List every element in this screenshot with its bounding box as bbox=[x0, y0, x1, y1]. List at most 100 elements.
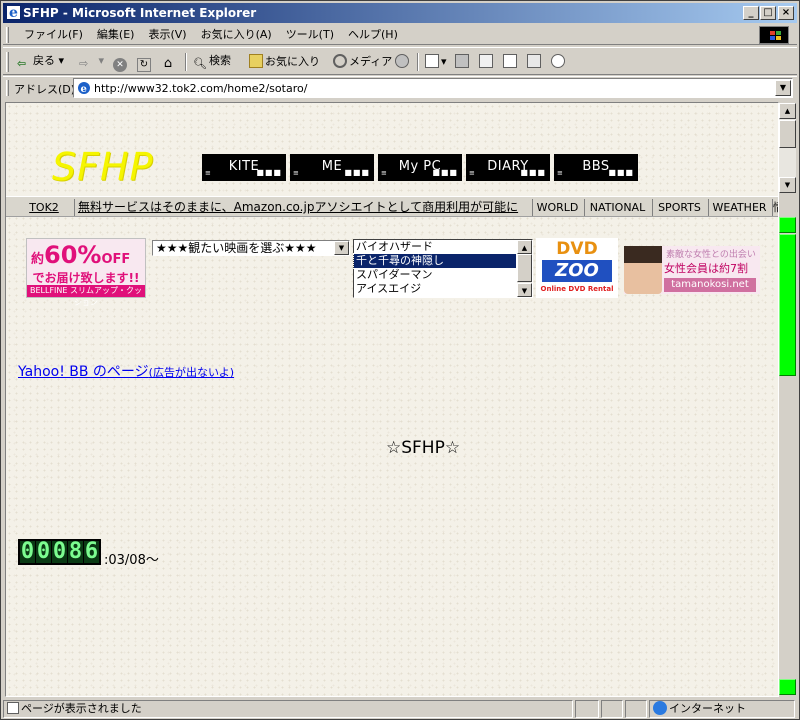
scroll-up-icon[interactable]: ▲ bbox=[779, 103, 796, 119]
back-button[interactable]: ⇦ 戻る ▾ bbox=[17, 54, 64, 71]
site-logo: SFHP bbox=[52, 145, 154, 189]
address-grip[interactable] bbox=[6, 80, 9, 96]
zone-pane: インターネット bbox=[649, 700, 795, 718]
bellfine-banner[interactable]: 約60%OFF でお届け致します!! BELLFINE スリムアップ・クッション bbox=[26, 238, 146, 307]
dvd-label: DVD bbox=[556, 239, 598, 259]
refresh-icon: ↻ bbox=[137, 58, 151, 72]
yahoo-link-text: Yahoo! BB のページ bbox=[18, 364, 149, 380]
favorites-icon bbox=[249, 54, 263, 68]
scroll-down-icon[interactable]: ▼ bbox=[779, 177, 796, 193]
globe-icon bbox=[653, 701, 667, 715]
nav-bbs[interactable]: BBS ≡ ■■■ bbox=[554, 154, 638, 181]
discuss-button[interactable] bbox=[503, 54, 519, 69]
search-button[interactable]: 🔍︎ 検索 bbox=[193, 54, 231, 71]
zone-text: インターネット bbox=[669, 702, 746, 715]
stop-button[interactable]: ✕ bbox=[113, 54, 129, 72]
media-button[interactable]: メディア bbox=[333, 54, 392, 69]
top-frame-scrollbar[interactable]: ▲ ▼ bbox=[779, 103, 796, 193]
favorites-button[interactable]: お気に入り bbox=[249, 54, 320, 69]
menu-edit[interactable]: 編集(E) bbox=[90, 28, 142, 42]
refresh-button[interactable]: ↻ bbox=[137, 54, 153, 72]
banner-tagline: でお届け致します!! bbox=[32, 271, 140, 285]
status-pane bbox=[601, 700, 623, 718]
movie-dropdown[interactable]: ★★★観たい映画を選ぶ★★★ ▼ bbox=[152, 240, 350, 256]
minimize-button[interactable]: _ bbox=[743, 6, 759, 20]
menu-tools[interactable]: ツール(T) bbox=[279, 28, 341, 42]
news-link-world[interactable]: WORLD bbox=[532, 199, 582, 216]
main-frame-scrollbar[interactable] bbox=[779, 217, 796, 697]
chevron-down-icon[interactable]: ▼ bbox=[775, 80, 791, 96]
banner-suffix: OFF bbox=[101, 252, 131, 267]
messenger-button[interactable] bbox=[527, 54, 543, 69]
banner-headline: 女性会員は約7割 bbox=[664, 262, 748, 275]
ad-message-link[interactable]: 無料サービスはそのままに、Amazon.co.jpアソシエイトとして商用利用が可… bbox=[78, 199, 518, 216]
rental-label: Online DVD Rental bbox=[540, 285, 614, 293]
address-input[interactable]: e http://www32.tok2.com/home2/sotaro/ ▼ bbox=[73, 78, 793, 98]
title-bar[interactable]: SFHP - Microsoft Internet Explorer _ □ × bbox=[3, 3, 797, 23]
search-icon: 🔍︎ bbox=[193, 57, 207, 70]
dots-icon: ■■■ bbox=[520, 168, 546, 177]
history-button[interactable] bbox=[395, 54, 411, 69]
nav-diary[interactable]: DIARY ≡ ■■■ bbox=[466, 154, 550, 181]
close-button[interactable]: × bbox=[778, 6, 794, 20]
speech-bubble-icon bbox=[551, 54, 565, 68]
menu-view[interactable]: 表示(V) bbox=[141, 28, 193, 42]
movie-option[interactable]: アイスエイジ bbox=[354, 282, 516, 296]
news-link-info[interactable]: 情 bbox=[772, 199, 778, 216]
news-link-sports[interactable]: SPORTS bbox=[652, 199, 706, 216]
ie-icon bbox=[6, 3, 21, 23]
toolbar-grip[interactable] bbox=[6, 52, 9, 72]
menu-help[interactable]: ヘルプ(H) bbox=[341, 28, 405, 42]
maximize-button[interactable]: □ bbox=[760, 6, 776, 20]
home-icon: ⌂ bbox=[163, 56, 173, 71]
scroll-thumb[interactable] bbox=[517, 254, 532, 282]
home-button[interactable]: ⌂ bbox=[161, 54, 177, 71]
scroll-up-icon[interactable] bbox=[779, 217, 796, 233]
scroll-down-icon[interactable] bbox=[779, 679, 796, 695]
address-bar: アドレス(D) e http://www32.tok2.com/home2/so… bbox=[3, 76, 797, 99]
print-button[interactable] bbox=[455, 54, 471, 69]
mail-button[interactable]: ▾ bbox=[425, 54, 447, 69]
back-arrow-icon: ⇦ bbox=[17, 57, 27, 70]
scroll-down-icon[interactable]: ▼ bbox=[517, 283, 532, 297]
dots-icon: ■■■ bbox=[256, 168, 282, 177]
movie-listbox[interactable]: バイオハザード 千と千尋の神隠し スパイダーマン アイスエイジ ▲ ▼ bbox=[353, 239, 533, 298]
news-link-weather[interactable]: WEATHER bbox=[708, 199, 770, 216]
nav-me[interactable]: ME ≡ ■■■ bbox=[290, 154, 374, 181]
counter-digit: 8 bbox=[68, 539, 83, 564]
menu-grip[interactable] bbox=[6, 27, 9, 43]
news-link-national[interactable]: NATIONAL bbox=[584, 199, 650, 216]
menu-favorites[interactable]: お気に入り(A) bbox=[194, 28, 279, 42]
nav-kite[interactable]: KITE ≡ ■■■ bbox=[202, 154, 286, 181]
dvdzoo-banner[interactable]: DVD ZOO Online DVD Rental bbox=[536, 238, 618, 298]
access-counter: 0 0 0 8 6 bbox=[18, 539, 101, 565]
tamanokosi-banner[interactable]: 素敵な女性との出会い 女性会員は約7割 tamanokosi.net bbox=[624, 246, 760, 294]
scroll-thumb[interactable] bbox=[779, 120, 796, 148]
menu-bar: ファイル(F) 編集(E) 表示(V) お気に入り(A) ツール(T) ヘルプ(… bbox=[3, 25, 797, 45]
listbox-scrollbar[interactable]: ▲ ▼ bbox=[517, 240, 532, 297]
toolbar-separator bbox=[185, 53, 187, 71]
movie-option[interactable]: バイオハザード bbox=[354, 240, 516, 254]
status-pane bbox=[625, 700, 647, 718]
scroll-up-icon[interactable]: ▲ bbox=[517, 240, 532, 254]
research-button[interactable] bbox=[551, 54, 567, 69]
banner-discount: 約60%OFF bbox=[31, 241, 130, 269]
movie-option-selected[interactable]: 千と千尋の神隠し bbox=[353, 253, 517, 269]
nav-mypc[interactable]: My PC ≡ ■■■ bbox=[378, 154, 462, 181]
dots-icon: ■■■ bbox=[432, 168, 458, 177]
counter-since-date: :03/08〜 bbox=[104, 553, 159, 568]
menu-file[interactable]: ファイル(F) bbox=[17, 28, 90, 42]
tok2-link[interactable]: TOK2 bbox=[14, 199, 74, 216]
status-pane bbox=[575, 700, 599, 718]
chevron-down-icon[interactable]: ▼ bbox=[334, 241, 349, 255]
counter-digit: 0 bbox=[20, 539, 35, 564]
yahoo-bb-link[interactable]: Yahoo! BB のページ(広告が出ないよ) bbox=[18, 361, 234, 381]
movie-option[interactable]: スパイダーマン bbox=[354, 268, 516, 282]
edit-button[interactable] bbox=[479, 54, 495, 69]
status-text-pane: ページが表示されました bbox=[3, 700, 573, 718]
scroll-thumb[interactable] bbox=[779, 234, 796, 376]
banner-prefix: 約 bbox=[31, 252, 45, 267]
forward-button[interactable]: ⇨ ▾ bbox=[79, 54, 104, 71]
zoo-label: ZOO bbox=[542, 260, 612, 282]
bars-icon: ≡ bbox=[205, 169, 211, 177]
